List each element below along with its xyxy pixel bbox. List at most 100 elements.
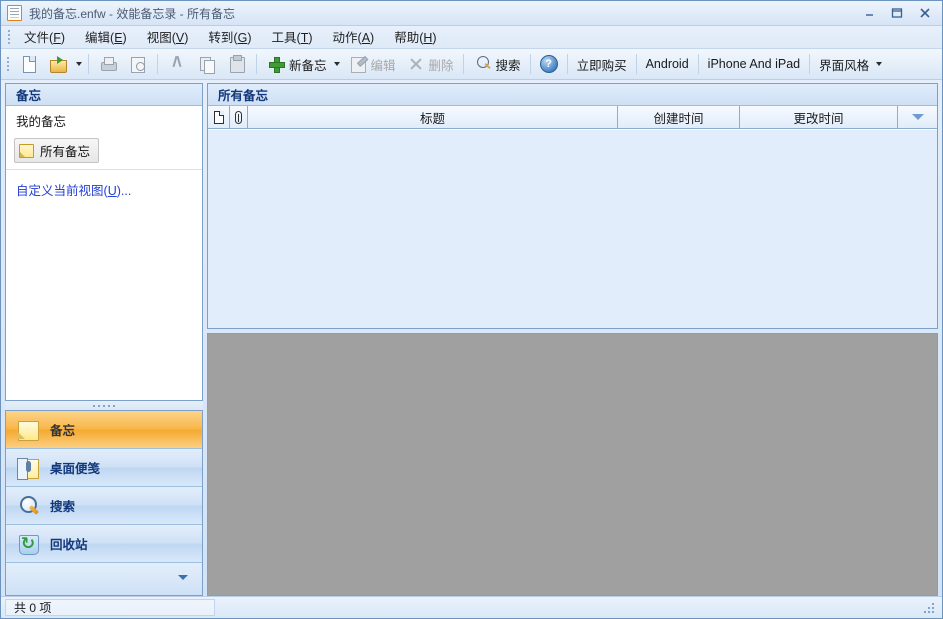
note-preview-pane[interactable] xyxy=(207,333,938,596)
sidebar-splitter[interactable] xyxy=(5,401,203,410)
search-button[interactable]: 搜索 xyxy=(468,52,526,77)
tree-group-label: 我的备忘 xyxy=(6,106,202,134)
copy-button[interactable] xyxy=(192,52,222,77)
folder-tree-panel: 备忘 我的备忘 所有备忘 自定义当前视图(U)... xyxy=(5,83,203,401)
menu-tools[interactable]: 工具(T) xyxy=(262,23,323,51)
menu-help-label: 帮助 xyxy=(394,31,419,45)
note-list-body[interactable] xyxy=(208,129,937,328)
column-header-attachment[interactable] xyxy=(230,106,248,128)
new-document-icon xyxy=(18,54,38,74)
menu-help-accel: H xyxy=(423,31,432,45)
column-header-title[interactable]: 标题 xyxy=(248,106,618,128)
menu-goto-accel: G xyxy=(238,31,248,45)
sticky-note-icon xyxy=(15,455,41,481)
title-bar: 我的备忘.enfw - 效能备忘录 - 所有备忘 xyxy=(1,1,942,26)
menu-view[interactable]: 视图(V) xyxy=(137,23,199,51)
sidebar-nav-expander[interactable] xyxy=(6,563,202,595)
window-controls xyxy=(856,3,938,23)
toolbar-separator-1 xyxy=(88,54,89,74)
toolbar-separator-8 xyxy=(698,54,699,74)
app-icon xyxy=(7,5,22,21)
menu-edit-label: 编辑 xyxy=(85,31,110,45)
customize-view-label: 自定义当前视图 xyxy=(16,184,104,198)
customize-current-view-link[interactable]: 自定义当前视图(U)... xyxy=(6,170,202,199)
buy-now-label: 立即购买 xyxy=(577,55,627,74)
menu-edit-accel: E xyxy=(114,31,122,45)
maximize-button[interactable] xyxy=(884,3,910,23)
skin-dropdown-arrow xyxy=(876,62,882,66)
search-icon xyxy=(473,54,493,74)
tree-item-all-notes-label: 所有备忘 xyxy=(40,141,90,160)
delete-x-icon xyxy=(406,54,426,74)
open-file-dropdown-arrow[interactable] xyxy=(73,62,84,66)
menu-view-accel: V xyxy=(176,31,184,45)
delete-note-button[interactable]: 删除 xyxy=(401,52,459,77)
android-button[interactable]: Android xyxy=(641,52,694,77)
toolbar-separator-2 xyxy=(157,54,158,74)
menu-actions-label: 动作 xyxy=(333,31,358,45)
cut-button[interactable] xyxy=(162,52,192,77)
toolbar-separator-3 xyxy=(256,54,257,74)
new-note-button[interactable]: 新备忘 xyxy=(261,52,332,77)
open-folder-icon xyxy=(48,54,68,74)
menu-file-label: 文件 xyxy=(24,31,49,45)
buy-now-button[interactable]: 立即购买 xyxy=(572,52,632,77)
sidebar-item-notes-label: 备忘 xyxy=(50,420,75,439)
sidebar: 备忘 我的备忘 所有备忘 自定义当前视图(U)... 备忘 xyxy=(5,83,203,596)
column-header-sort-dropdown[interactable] xyxy=(898,106,937,128)
edit-note-button[interactable]: 编辑 xyxy=(343,52,401,77)
sidebar-item-recycle-bin[interactable]: 回收站 xyxy=(6,525,202,563)
menu-actions[interactable]: 动作(A) xyxy=(323,23,385,51)
application-window: 我的备忘.enfw - 效能备忘录 - 所有备忘 文件(F) 编辑(E) 视图(… xyxy=(0,0,943,619)
chevron-down-icon xyxy=(178,575,188,580)
new-note-dropdown-arrow[interactable] xyxy=(332,62,343,66)
list-title: 所有备忘 xyxy=(208,84,937,106)
main-area: 所有备忘 标题 创建时间 更改时间 xyxy=(207,83,938,596)
help-question-icon: ? xyxy=(540,55,558,73)
open-file-button[interactable] xyxy=(43,52,73,77)
paperclip-icon xyxy=(235,111,242,124)
iphone-ipad-button[interactable]: iPhone And iPad xyxy=(703,52,805,77)
customize-view-accel: U xyxy=(108,184,117,198)
document-icon xyxy=(214,111,224,124)
toolbar-separator-6 xyxy=(567,54,568,74)
tree-item-all-notes[interactable]: 所有备忘 xyxy=(14,138,99,163)
edit-note-label: 编辑 xyxy=(371,55,396,74)
close-button[interactable] xyxy=(912,3,938,23)
menu-edit[interactable]: 编辑(E) xyxy=(75,23,137,51)
new-file-button[interactable] xyxy=(13,52,43,77)
skin-label: 界面风格 xyxy=(819,55,869,74)
print-preview-icon xyxy=(128,54,148,74)
menu-file-accel: F xyxy=(53,31,61,45)
menu-help[interactable]: 帮助(H) xyxy=(384,23,446,51)
yellow-note-icon xyxy=(19,144,34,158)
sidebar-item-notes[interactable]: 备忘 xyxy=(6,411,202,449)
column-header-created-time[interactable]: 创建时间 xyxy=(618,106,740,128)
print-preview-button[interactable] xyxy=(123,52,153,77)
menu-tools-label: 工具 xyxy=(272,31,297,45)
print-button[interactable] xyxy=(93,52,123,77)
sidebar-nav-buttons: 备忘 桌面便笺 搜索 回收站 xyxy=(5,410,203,596)
column-header-modified-time[interactable]: 更改时间 xyxy=(740,106,898,128)
column-header-icon[interactable] xyxy=(208,106,230,128)
minimize-button[interactable] xyxy=(856,3,882,23)
menu-drag-grip[interactable] xyxy=(5,30,12,45)
print-icon xyxy=(98,54,118,74)
recycle-bin-icon xyxy=(15,531,41,557)
paste-button[interactable] xyxy=(222,52,252,77)
status-bar: 共 0 项 xyxy=(1,596,942,618)
list-column-header: 标题 创建时间 更改时间 xyxy=(208,106,937,129)
menu-file[interactable]: 文件(F) xyxy=(14,23,75,51)
toolbar-drag-grip[interactable] xyxy=(4,57,11,72)
sidebar-item-desktop-sticky[interactable]: 桌面便笺 xyxy=(6,449,202,487)
window-title: 我的备忘.enfw - 效能备忘录 - 所有备忘 xyxy=(29,5,235,22)
sidebar-item-search[interactable]: 搜索 xyxy=(6,487,202,525)
search-label: 搜索 xyxy=(496,55,521,74)
help-button[interactable]: ? xyxy=(535,52,563,77)
skin-button[interactable]: 界面风格 xyxy=(814,52,887,77)
resize-grip-icon[interactable] xyxy=(923,601,937,615)
sidebar-header: 备忘 xyxy=(6,84,202,106)
toolbar-separator-5 xyxy=(530,54,531,74)
menu-goto[interactable]: 转到(G) xyxy=(198,23,261,51)
edit-icon xyxy=(348,54,368,74)
